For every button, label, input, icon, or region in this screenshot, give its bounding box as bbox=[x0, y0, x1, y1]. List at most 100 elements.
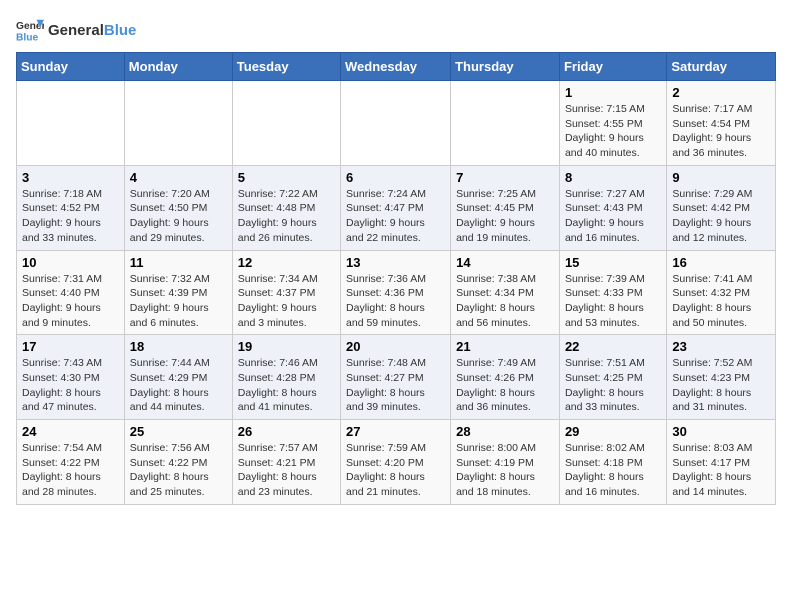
day-number: 24 bbox=[22, 424, 119, 439]
calendar-cell: 18 Sunrise: 7:44 AMSunset: 4:29 PMDayligh… bbox=[124, 335, 232, 420]
calendar-cell: 11 Sunrise: 7:32 AMSunset: 4:39 PMDayligh… bbox=[124, 250, 232, 335]
day-number: 27 bbox=[346, 424, 445, 439]
calendar-week-row: 24 Sunrise: 7:54 AMSunset: 4:22 PMDayligh… bbox=[17, 420, 776, 505]
calendar-cell: 25 Sunrise: 7:56 AMSunset: 4:22 PMDayligh… bbox=[124, 420, 232, 505]
calendar-cell: 23 Sunrise: 7:52 AMSunset: 4:23 PMDayligh… bbox=[667, 335, 776, 420]
day-of-week-header: Tuesday bbox=[232, 53, 340, 81]
day-number: 22 bbox=[565, 339, 661, 354]
calendar-cell bbox=[232, 81, 340, 166]
day-of-week-header: Monday bbox=[124, 53, 232, 81]
calendar-cell: 22 Sunrise: 7:51 AMSunset: 4:25 PMDayligh… bbox=[559, 335, 666, 420]
day-number: 20 bbox=[346, 339, 445, 354]
day-of-week-header: Wednesday bbox=[341, 53, 451, 81]
day-number: 29 bbox=[565, 424, 661, 439]
day-info: Sunrise: 7:22 AMSunset: 4:48 PMDaylight:… bbox=[238, 187, 335, 246]
day-number: 2 bbox=[672, 85, 770, 100]
day-number: 26 bbox=[238, 424, 335, 439]
day-info: Sunrise: 7:18 AMSunset: 4:52 PMDaylight:… bbox=[22, 187, 119, 246]
day-info: Sunrise: 7:46 AMSunset: 4:28 PMDaylight:… bbox=[238, 356, 335, 415]
calendar-cell: 1 Sunrise: 7:15 AMSunset: 4:55 PMDaylight… bbox=[559, 81, 666, 166]
calendar-cell: 27 Sunrise: 7:59 AMSunset: 4:20 PMDayligh… bbox=[341, 420, 451, 505]
calendar-cell: 5Sunrise: 7:22 AMSunset: 4:48 PMDaylight… bbox=[232, 165, 340, 250]
day-info: Sunrise: 7:57 AMSunset: 4:21 PMDaylight:… bbox=[238, 441, 335, 500]
day-number: 6 bbox=[346, 170, 445, 185]
day-info: Sunrise: 7:15 AMSunset: 4:55 PMDaylight:… bbox=[565, 102, 661, 161]
day-number: 1 bbox=[565, 85, 661, 100]
day-number: 10 bbox=[22, 255, 119, 270]
calendar-cell: 13Sunrise: 7:36 AMSunset: 4:36 PMDayligh… bbox=[341, 250, 451, 335]
day-number: 23 bbox=[672, 339, 770, 354]
day-number: 15 bbox=[565, 255, 661, 270]
calendar-cell: 30 Sunrise: 8:03 AMSunset: 4:17 PMDayligh… bbox=[667, 420, 776, 505]
day-number: 4 bbox=[130, 170, 227, 185]
day-of-week-header: Thursday bbox=[451, 53, 560, 81]
day-number: 19 bbox=[238, 339, 335, 354]
day-info: Sunrise: 7:39 AMSunset: 4:33 PMDaylight:… bbox=[565, 272, 661, 331]
day-info: Sunrise: 7:59 AMSunset: 4:20 PMDaylight:… bbox=[346, 441, 445, 500]
day-number: 8 bbox=[565, 170, 661, 185]
day-info: Sunrise: 7:52 AMSunset: 4:23 PMDaylight:… bbox=[672, 356, 770, 415]
calendar-cell: 26 Sunrise: 7:57 AMSunset: 4:21 PMDayligh… bbox=[232, 420, 340, 505]
calendar-cell: 14 Sunrise: 7:38 AMSunset: 4:34 PMDayligh… bbox=[451, 250, 560, 335]
calendar-header-row: SundayMondayTuesdayWednesdayThursdayFrid… bbox=[17, 53, 776, 81]
calendar-cell: 2 Sunrise: 7:17 AMSunset: 4:54 PMDaylight… bbox=[667, 81, 776, 166]
calendar-table: SundayMondayTuesdayWednesdayThursdayFrid… bbox=[16, 52, 776, 505]
day-info: Sunrise: 8:03 AMSunset: 4:17 PMDaylight:… bbox=[672, 441, 770, 500]
logo-icon: General Blue bbox=[16, 16, 44, 44]
day-number: 30 bbox=[672, 424, 770, 439]
day-info: Sunrise: 8:02 AMSunset: 4:18 PMDaylight:… bbox=[565, 441, 661, 500]
calendar-week-row: 3 Sunrise: 7:18 AMSunset: 4:52 PMDaylight… bbox=[17, 165, 776, 250]
day-number: 9 bbox=[672, 170, 770, 185]
day-info: Sunrise: 7:43 AMSunset: 4:30 PMDaylight:… bbox=[22, 356, 119, 415]
logo-blue: Blue bbox=[104, 22, 137, 39]
calendar-cell: 24 Sunrise: 7:54 AMSunset: 4:22 PMDayligh… bbox=[17, 420, 125, 505]
calendar-cell: 19 Sunrise: 7:46 AMSunset: 4:28 PMDayligh… bbox=[232, 335, 340, 420]
day-info: Sunrise: 7:48 AMSunset: 4:27 PMDaylight:… bbox=[346, 356, 445, 415]
calendar-cell bbox=[341, 81, 451, 166]
calendar-cell: 20 Sunrise: 7:48 AMSunset: 4:27 PMDayligh… bbox=[341, 335, 451, 420]
calendar-cell: 4 Sunrise: 7:20 AMSunset: 4:50 PMDaylight… bbox=[124, 165, 232, 250]
day-info: Sunrise: 7:29 AMSunset: 4:42 PMDaylight:… bbox=[672, 187, 770, 246]
calendar-cell: 21 Sunrise: 7:49 AMSunset: 4:26 PMDayligh… bbox=[451, 335, 560, 420]
calendar-cell: 12 Sunrise: 7:34 AMSunset: 4:37 PMDayligh… bbox=[232, 250, 340, 335]
day-number: 11 bbox=[130, 255, 227, 270]
day-info: Sunrise: 7:54 AMSunset: 4:22 PMDaylight:… bbox=[22, 441, 119, 500]
page-header: General Blue GeneralBlue bbox=[16, 16, 776, 44]
day-info: Sunrise: 7:32 AMSunset: 4:39 PMDaylight:… bbox=[130, 272, 227, 331]
calendar-cell: 29 Sunrise: 8:02 AMSunset: 4:18 PMDayligh… bbox=[559, 420, 666, 505]
day-info: Sunrise: 7:56 AMSunset: 4:22 PMDaylight:… bbox=[130, 441, 227, 500]
calendar-cell: 6 Sunrise: 7:24 AMSunset: 4:47 PMDaylight… bbox=[341, 165, 451, 250]
day-info: Sunrise: 7:20 AMSunset: 4:50 PMDaylight:… bbox=[130, 187, 227, 246]
day-info: Sunrise: 7:49 AMSunset: 4:26 PMDaylight:… bbox=[456, 356, 554, 415]
day-number: 12 bbox=[238, 255, 335, 270]
calendar-cell: 17 Sunrise: 7:43 AMSunset: 4:30 PMDayligh… bbox=[17, 335, 125, 420]
day-info: Sunrise: 7:17 AMSunset: 4:54 PMDaylight:… bbox=[672, 102, 770, 161]
day-info: Sunrise: 7:44 AMSunset: 4:29 PMDaylight:… bbox=[130, 356, 227, 415]
day-info: Sunrise: 7:51 AMSunset: 4:25 PMDaylight:… bbox=[565, 356, 661, 415]
day-of-week-header: Friday bbox=[559, 53, 666, 81]
calendar-week-row: 10 Sunrise: 7:31 AMSunset: 4:40 PMDayligh… bbox=[17, 250, 776, 335]
day-info: Sunrise: 7:38 AMSunset: 4:34 PMDaylight:… bbox=[456, 272, 554, 331]
logo: General Blue GeneralBlue bbox=[16, 16, 136, 44]
calendar-cell: 16 Sunrise: 7:41 AMSunset: 4:32 PMDayligh… bbox=[667, 250, 776, 335]
calendar-cell: 15 Sunrise: 7:39 AMSunset: 4:33 PMDayligh… bbox=[559, 250, 666, 335]
calendar-cell bbox=[451, 81, 560, 166]
day-info: Sunrise: 7:41 AMSunset: 4:32 PMDaylight:… bbox=[672, 272, 770, 331]
logo-general: General bbox=[48, 22, 104, 39]
day-number: 28 bbox=[456, 424, 554, 439]
day-number: 16 bbox=[672, 255, 770, 270]
calendar-cell: 10 Sunrise: 7:31 AMSunset: 4:40 PMDayligh… bbox=[17, 250, 125, 335]
day-number: 25 bbox=[130, 424, 227, 439]
day-number: 3 bbox=[22, 170, 119, 185]
calendar-cell: 7Sunrise: 7:25 AMSunset: 4:45 PMDaylight… bbox=[451, 165, 560, 250]
day-info: Sunrise: 7:27 AMSunset: 4:43 PMDaylight:… bbox=[565, 187, 661, 246]
day-info: Sunrise: 7:25 AMSunset: 4:45 PMDaylight:… bbox=[456, 187, 554, 246]
day-info: Sunrise: 7:24 AMSunset: 4:47 PMDaylight:… bbox=[346, 187, 445, 246]
day-number: 18 bbox=[130, 339, 227, 354]
day-info: Sunrise: 7:34 AMSunset: 4:37 PMDaylight:… bbox=[238, 272, 335, 331]
day-number: 14 bbox=[456, 255, 554, 270]
calendar-cell bbox=[124, 81, 232, 166]
day-info: Sunrise: 7:31 AMSunset: 4:40 PMDaylight:… bbox=[22, 272, 119, 331]
day-number: 21 bbox=[456, 339, 554, 354]
day-number: 17 bbox=[22, 339, 119, 354]
